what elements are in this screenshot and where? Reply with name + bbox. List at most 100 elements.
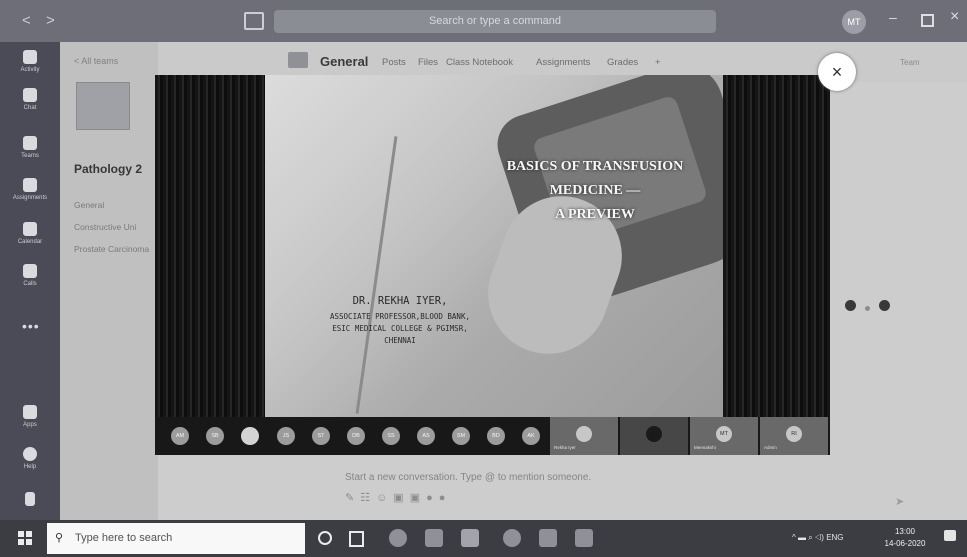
minimize-icon[interactable]: – (889, 9, 897, 25)
presenter-credits: DR. REKHA IYER, ASSOCIATE PROFESSOR,BLOO… (265, 295, 535, 347)
rail-chat[interactable]: Chat (0, 88, 60, 111)
new-chat-icon[interactable] (244, 12, 264, 30)
device-icon (25, 492, 35, 506)
rail-assignments[interactable]: Assignments (0, 178, 60, 201)
rail-calls[interactable]: Calls (0, 264, 60, 287)
rail-teams[interactable]: Teams (0, 136, 60, 159)
rail-activity[interactable]: Activity (0, 50, 60, 73)
channel-title: General (320, 54, 369, 69)
participant-avatar[interactable]: JS (277, 427, 295, 445)
shared-slide: BASICS OF TRANSFUSION MEDICINE — A PREVI… (265, 75, 723, 417)
participant-avatar[interactable]: SS (382, 427, 400, 445)
all-teams-link[interactable]: < All teams (74, 56, 118, 66)
tab-grades[interactable]: Grades (607, 57, 638, 68)
participant-avatar[interactable]: AS (417, 427, 435, 445)
more-apps-icon[interactable]: ••• (22, 318, 40, 334)
rail-apps[interactable]: Apps (0, 405, 60, 428)
task-view-icon[interactable] (349, 531, 364, 547)
window-close-icon[interactable]: × (950, 8, 959, 26)
iv-tube-image (355, 136, 398, 414)
photos-icon[interactable] (425, 529, 443, 547)
teams-app-icon[interactable] (461, 529, 479, 547)
compose-toolbar[interactable]: ✎☷☺▣▣●● (345, 491, 451, 504)
command-search-input[interactable]: Search or type a command (274, 10, 716, 33)
status-dot-icon (865, 306, 870, 311)
bell-icon (23, 50, 37, 64)
apps-icon (23, 405, 37, 419)
participant-avatar[interactable]: ST (312, 427, 330, 445)
clock-time: 13:00 (894, 527, 916, 536)
tile-avatar (576, 426, 592, 442)
channel-item[interactable]: Constructive Uni (74, 222, 136, 232)
slide-title-line: MEDICINE — (549, 183, 641, 198)
back-arrow-icon[interactable]: < (22, 12, 31, 29)
chat-icon (23, 88, 37, 102)
rail-calendar[interactable]: Calendar (0, 222, 60, 245)
close-presentation-button[interactable]: × (818, 53, 856, 91)
taskbar-search-input[interactable]: ⚲ Type here to search (47, 523, 305, 554)
presenter-line: ESIC MEDICAL COLLEGE & PGIMSR, (332, 324, 468, 333)
status-dot-icon (879, 300, 890, 311)
system-tray[interactable]: ^ ▬ ⌕ ◁) ENG (792, 533, 844, 543)
tab-files[interactable]: Files (418, 57, 438, 68)
taskbar-clock[interactable]: 13:00 14-06-2020 (880, 526, 930, 550)
calendar-icon (23, 222, 37, 236)
tile-avatar: MT (716, 426, 732, 442)
slide-title-line: A PREVIEW (555, 207, 635, 222)
clock-date: 14-06-2020 (884, 539, 926, 548)
video-tile[interactable]: Rekha Iyer (550, 417, 618, 455)
tile-avatar: RI (786, 426, 802, 442)
presenter-line: CHENNAI (384, 336, 416, 345)
help-icon (23, 447, 37, 461)
channel-item[interactable]: Prostate Carcinoma (74, 244, 149, 254)
user-avatar[interactable]: MT (842, 10, 866, 34)
maximize-icon[interactable] (921, 14, 934, 27)
notifications-icon[interactable] (944, 530, 956, 541)
compose-input[interactable]: Start a new conversation. Type @ to ment… (345, 472, 591, 483)
participant-avatar[interactable]: AM (171, 427, 189, 445)
video-tile[interactable]: RI Admin (760, 417, 828, 455)
tab-posts[interactable]: Posts (382, 57, 406, 68)
participant-avatar[interactable] (241, 427, 259, 445)
participant-avatar[interactable]: SB (206, 427, 224, 445)
teams-icon (23, 136, 37, 150)
video-tile[interactable]: MT Meenakshi (690, 417, 758, 455)
participant-avatar[interactable]: BD (487, 427, 505, 445)
chrome-icon[interactable] (389, 529, 407, 547)
file-explorer-icon[interactable] (539, 529, 557, 547)
video-border-left (155, 75, 265, 417)
close-icon: × (831, 62, 843, 82)
windows-start-icon[interactable] (18, 531, 32, 545)
video-border-right (723, 75, 830, 417)
video-tile[interactable] (620, 417, 688, 455)
store-icon[interactable] (575, 529, 593, 547)
send-icon[interactable]: ➤ (895, 495, 904, 508)
participant-avatar[interactable]: SM (452, 427, 470, 445)
rail-device[interactable] (0, 492, 60, 506)
add-tab-button[interactable]: + (655, 57, 661, 68)
team-avatar (76, 82, 130, 130)
presenter-name: DR. REKHA IYER, (352, 295, 448, 307)
tile-name: Rekha Iyer (554, 445, 576, 450)
tab-class-notebook[interactable]: Class Notebook (446, 57, 513, 68)
channel-icon (288, 52, 308, 68)
participant-avatar[interactable]: AK (522, 427, 540, 445)
team-sidebar: < All teams Pathology 2 General Construc… (60, 42, 158, 520)
tile-name: Meenakshi (694, 445, 716, 450)
call-status-indicators (845, 298, 899, 316)
presenter-line: ASSOCIATE PROFESSOR,BLOOD BANK, (330, 312, 470, 321)
taskbar-search-placeholder: Type here to search (75, 532, 173, 544)
tab-assignments[interactable]: Assignments (536, 57, 590, 68)
phone-icon (23, 264, 37, 278)
team-label: Team (900, 58, 920, 67)
team-name: Pathology 2 (74, 162, 143, 176)
edge-icon[interactable] (503, 529, 521, 547)
status-dot-icon (845, 300, 856, 311)
channel-item[interactable]: General (74, 200, 104, 210)
participant-avatar[interactable]: DB (347, 427, 365, 445)
rail-help[interactable]: Help (0, 447, 60, 470)
cortana-icon[interactable] (318, 531, 332, 545)
tile-avatar (646, 426, 662, 442)
forward-arrow-icon[interactable]: > (46, 12, 55, 29)
assignments-icon (23, 178, 37, 192)
